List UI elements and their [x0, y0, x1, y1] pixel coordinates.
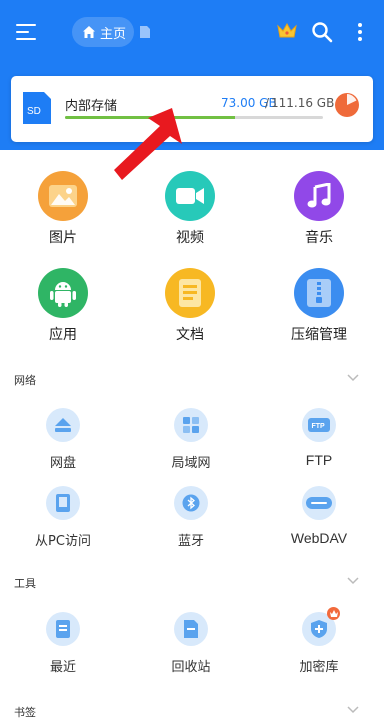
category-label: 文档: [176, 327, 204, 343]
webdav-icon: [302, 486, 336, 520]
recent-icon: [46, 612, 80, 646]
tool-bluetooth[interactable]: 蓝牙: [143, 486, 239, 549]
tool-label: 局域网: [171, 456, 211, 471]
menu-icon[interactable]: [16, 22, 38, 42]
video-icon: [165, 171, 215, 221]
tool-cloud-drive[interactable]: 网盘: [15, 408, 111, 471]
chevron-down-icon[interactable]: [347, 374, 359, 382]
more-vertical-icon[interactable]: [355, 21, 365, 43]
section-title-bookmarks: 书签: [14, 706, 36, 719]
storage-pie-icon[interactable]: [334, 92, 360, 118]
ftp-icon: FTP: [302, 408, 336, 442]
category-label: 图片: [49, 230, 77, 246]
bluetooth-icon: [174, 486, 208, 520]
android-icon: [38, 268, 88, 318]
category-label: 应用: [49, 327, 77, 343]
tool-label: WebDAV: [290, 530, 348, 546]
section-title-tools: 工具: [14, 577, 36, 590]
category-archive[interactable]: 压缩管理: [279, 268, 359, 344]
recycle-bin-icon: [174, 612, 208, 646]
chevron-down-icon[interactable]: [347, 706, 359, 714]
pc-access-icon: [46, 486, 80, 520]
storage-progress-bar: [65, 116, 323, 119]
category-pictures[interactable]: 图片: [23, 171, 103, 247]
home-breadcrumb[interactable]: 主页: [72, 17, 134, 47]
document-icon[interactable]: [140, 26, 150, 38]
category-apps[interactable]: 应用: [23, 268, 103, 344]
music-icon: [294, 171, 344, 221]
cloud-drive-icon: [46, 408, 80, 442]
category-video[interactable]: 视频: [150, 171, 230, 247]
home-label: 主页: [100, 26, 127, 42]
tool-lan[interactable]: 局域网: [143, 408, 239, 471]
storage-separator: /: [265, 96, 270, 110]
tool-webdav[interactable]: WebDAV: [271, 486, 367, 546]
tool-label: 回收站: [171, 660, 211, 675]
tool-label: 从PC访问: [35, 534, 91, 549]
section-title-network: 网络: [14, 374, 36, 387]
storage-total: 111.16 GB: [271, 96, 335, 110]
chevron-down-icon[interactable]: [347, 577, 359, 585]
category-label: 音乐: [305, 230, 333, 246]
tool-label: 加密库: [299, 660, 339, 675]
archive-icon: [294, 268, 344, 318]
category-label: 视频: [176, 230, 204, 246]
tool-vault[interactable]: 加密库: [271, 607, 367, 675]
crown-badge-icon: [327, 607, 340, 620]
internal-storage-card[interactable]: SD 内部存储 73.00 GB / 111.16 GB: [11, 76, 373, 142]
category-music[interactable]: 音乐: [279, 171, 359, 247]
tool-label: 蓝牙: [177, 534, 204, 549]
crown-icon[interactable]: [276, 20, 298, 42]
tool-label: 最近: [49, 660, 76, 675]
tool-recycle-bin[interactable]: 回收站: [143, 612, 239, 675]
document-icon: [165, 268, 215, 318]
search-icon[interactable]: [311, 21, 333, 43]
tool-recent[interactable]: 最近: [15, 612, 111, 675]
sd-card-icon: SD: [23, 92, 51, 124]
lan-icon: [174, 408, 208, 442]
category-label: 压缩管理: [291, 327, 347, 343]
tool-label: 网盘: [49, 456, 76, 471]
tool-pc-access[interactable]: 从PC访问: [15, 486, 111, 549]
tool-label: FTP: [305, 452, 333, 468]
sd-label: SD: [27, 106, 41, 117]
svg-text:FTP: FTP: [312, 423, 326, 430]
vault-icon: [302, 607, 340, 646]
home-icon: [83, 26, 95, 38]
picture-icon: [38, 171, 88, 221]
category-documents[interactable]: 文档: [150, 268, 230, 344]
tool-ftp[interactable]: FTP FTP: [271, 408, 367, 468]
